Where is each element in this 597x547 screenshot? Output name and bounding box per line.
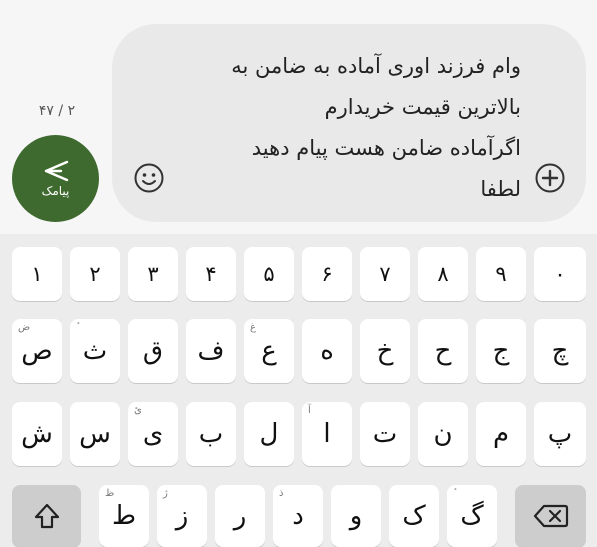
key-kaf[interactable]: ک bbox=[389, 485, 439, 547]
backspace-icon bbox=[533, 504, 568, 528]
key-ghaf[interactable]: ق bbox=[128, 319, 178, 383]
character-counter: ۲ / ۴۷ bbox=[38, 103, 76, 119]
attach-button[interactable] bbox=[534, 162, 566, 194]
key-nun[interactable]: ن bbox=[418, 402, 468, 466]
key-jim[interactable]: ج bbox=[476, 319, 526, 383]
key-4[interactable]: ۴ bbox=[186, 247, 236, 301]
key-ze[interactable]: ژز bbox=[157, 485, 207, 547]
key-hhe[interactable]: ح bbox=[418, 319, 468, 383]
key-ta[interactable]: ظط bbox=[99, 485, 149, 547]
send-sms-button[interactable]: پیامک bbox=[12, 135, 99, 222]
key-sad[interactable]: ضص bbox=[12, 319, 62, 383]
key-gaf[interactable]: ٔگ bbox=[447, 485, 497, 547]
key-fe[interactable]: ف bbox=[186, 319, 236, 383]
emoji-button[interactable] bbox=[133, 162, 165, 194]
key-lam[interactable]: ل bbox=[244, 402, 294, 466]
key-0[interactable]: ۰ bbox=[534, 247, 586, 301]
key-9[interactable]: ۹ bbox=[476, 247, 526, 301]
key-te[interactable]: ت bbox=[360, 402, 410, 466]
key-re[interactable]: ر bbox=[215, 485, 265, 547]
key-2[interactable]: ۲ bbox=[70, 247, 120, 301]
key-dal[interactable]: ذد bbox=[273, 485, 323, 547]
key-8[interactable]: ۸ bbox=[418, 247, 468, 301]
key-che[interactable]: چ bbox=[534, 319, 586, 383]
key-ye[interactable]: ئی bbox=[128, 402, 178, 466]
plus-circle-icon bbox=[535, 163, 565, 193]
backspace-key[interactable] bbox=[515, 485, 586, 547]
key-7[interactable]: ۷ bbox=[360, 247, 410, 301]
key-eyn[interactable]: غع bbox=[244, 319, 294, 383]
key-he[interactable]: ه bbox=[302, 319, 352, 383]
key-sin[interactable]: س bbox=[70, 402, 120, 466]
key-se[interactable]: ٔث bbox=[70, 319, 120, 383]
smiley-icon bbox=[134, 163, 164, 193]
key-vav[interactable]: و bbox=[331, 485, 381, 547]
key-khe[interactable]: خ bbox=[360, 319, 410, 383]
shift-key[interactable] bbox=[12, 485, 81, 547]
message-text[interactable]: وام فرزند اوری آماده به ضامن به بالاترین… bbox=[191, 46, 521, 210]
key-mim[interactable]: م bbox=[476, 402, 526, 466]
key-3[interactable]: ۳ bbox=[128, 247, 178, 301]
key-be[interactable]: ب bbox=[186, 402, 236, 466]
shift-arrow-icon bbox=[34, 503, 59, 529]
send-label: پیامک bbox=[41, 183, 70, 198]
key-5[interactable]: ۵ bbox=[244, 247, 294, 301]
key-shin[interactable]: ش bbox=[12, 402, 62, 466]
key-alef[interactable]: آا bbox=[302, 402, 352, 466]
key-1[interactable]: ۱ bbox=[12, 247, 62, 301]
key-6[interactable]: ۶ bbox=[302, 247, 352, 301]
send-icon bbox=[44, 160, 68, 181]
key-pe[interactable]: پ bbox=[534, 402, 586, 466]
